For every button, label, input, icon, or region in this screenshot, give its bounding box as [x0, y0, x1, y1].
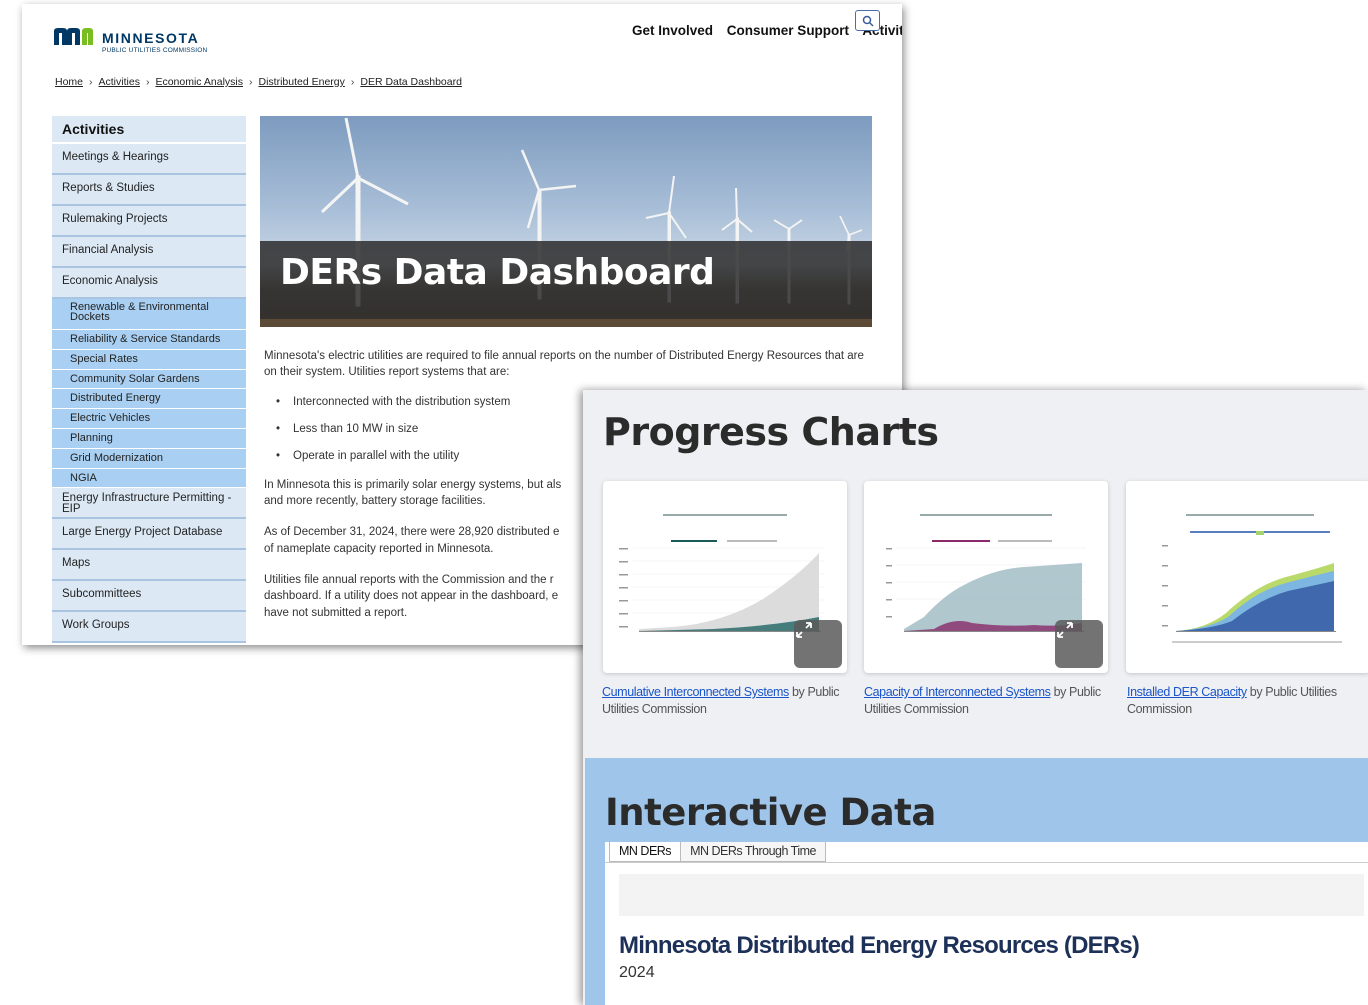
chart-link-capacity-systems[interactable]: Capacity of Interconnected Systems: [864, 685, 1051, 699]
sidebar-item-rulemaking[interactable]: Rulemaking Projects: [52, 206, 246, 237]
search-button[interactable]: [855, 10, 880, 31]
breadcrumb-economic-analysis[interactable]: Economic Analysis: [155, 76, 243, 88]
tab-mn-ders[interactable]: MN DERs: [609, 842, 682, 862]
sidebar-subitem-electric-vehicles[interactable]: Electric Vehicles: [52, 409, 246, 429]
chart-card-installed-capacity[interactable]: [1126, 481, 1368, 673]
chart-card-cumulative-systems[interactable]: [603, 481, 847, 673]
sidebar-subitem-grid-modernization[interactable]: Grid Modernization: [52, 448, 246, 469]
hero-banner: DERs Data Dashboard: [260, 116, 872, 327]
dashboard-toolbar-area: [619, 874, 1364, 916]
interactive-data-title: Interactive Data: [605, 791, 936, 834]
progress-charts-title: Progress Charts: [603, 410, 939, 454]
chart-link-cumulative-systems[interactable]: Cumulative Interconnected Systems: [602, 685, 789, 699]
der-dashboard-title: Minnesota Distributed Energy Resources (…: [619, 932, 1140, 959]
sidebar-item-financial-analysis[interactable]: Financial Analysis: [52, 237, 246, 268]
page-title: DERs Data Dashboard: [280, 252, 715, 293]
sidebar-item-work-groups[interactable]: Work Groups: [52, 612, 246, 644]
chart-link-installed-capacity[interactable]: Installed DER Capacity: [1127, 685, 1247, 699]
interactive-data-section: Interactive Data MN DERs MN DERs Through…: [585, 758, 1368, 1005]
expand-button[interactable]: [794, 620, 842, 668]
breadcrumb: Home › Activities › Economic Analysis › Distri…: [55, 76, 462, 88]
breadcrumb-separator: ›: [249, 76, 253, 88]
breadcrumb-der-data-dashboard[interactable]: DER Data Dashboard: [360, 76, 462, 88]
mn-logo-icon: [54, 28, 93, 45]
logo-title: MINNESOTA: [102, 30, 200, 46]
sidebar-subitem-renewable[interactable]: Renewable & Environmental Dockets: [52, 299, 246, 330]
sidebar-item-large-energy[interactable]: Large Energy Project Database: [52, 519, 246, 551]
sidebar-subitem-special-rates[interactable]: Special Rates: [52, 349, 246, 370]
sidebar-subitem-ngia[interactable]: NGIA: [52, 468, 246, 489]
breadcrumb-distributed-energy[interactable]: Distributed Energy: [259, 76, 345, 88]
intro-paragraph: Minnesota's electric utilities are requi…: [264, 350, 864, 379]
expand-icon: [796, 622, 812, 638]
dashboard-tabs: MN DERs MN DERs Through Time: [609, 842, 826, 862]
expand-button[interactable]: [1055, 620, 1103, 668]
breadcrumb-home[interactable]: Home: [55, 76, 83, 88]
sidebar-item-maps[interactable]: Maps: [52, 550, 246, 582]
sidebar-subitem-reliability[interactable]: Reliability & Service Standards: [52, 330, 246, 350]
sidebar-item-economic-analysis[interactable]: Economic Analysis: [52, 268, 246, 299]
installed-capacity-thumbnail: [1162, 514, 1342, 643]
sidebar-item-eip[interactable]: Energy Infrastructure Permitting - EIP: [52, 488, 246, 520]
nav-get-involved[interactable]: Get Involved: [632, 23, 713, 38]
chart-caption: Installed DER Capacity by Public Utiliti…: [1127, 684, 1368, 718]
expand-icon: [1057, 622, 1073, 638]
dashboard-window: Progress Charts Cumulative Interconnecte…: [583, 390, 1368, 1005]
chart-caption: Cumulative Interconnected Systems by Pub…: [602, 684, 850, 718]
chart-card-capacity-systems[interactable]: [864, 481, 1108, 673]
breadcrumb-separator: ›: [350, 76, 355, 88]
sidebar-subitem-planning[interactable]: Planning: [52, 428, 246, 449]
breadcrumb-separator: ›: [89, 76, 93, 88]
sidebar-item-reports[interactable]: Reports & Studies: [52, 175, 246, 206]
chart-caption: Capacity of Interconnected Systems by Pu…: [864, 684, 1112, 718]
nav-consumer-support[interactable]: Consumer Support: [727, 23, 849, 38]
logo-subtitle: PUBLIC UTILITIES COMMISSION: [102, 47, 208, 54]
sidebar-subitem-community-solar[interactable]: Community Solar Gardens: [52, 369, 246, 390]
der-dashboard-year: 2024: [619, 964, 655, 981]
sidebar-item-subcommittees[interactable]: Subcommittees: [52, 581, 246, 613]
search-icon: [862, 15, 874, 27]
sidebar-subitem-distributed-energy[interactable]: Distributed Energy: [52, 389, 246, 410]
sidebar-heading: Activities: [52, 116, 246, 144]
tab-mn-ders-through-time[interactable]: MN DERs Through Time: [681, 842, 826, 862]
tab-divider: [605, 862, 1368, 863]
interactive-dashboard-panel: MN DERs MN DERs Through Time Minnesota D…: [605, 842, 1368, 1005]
activities-sidebar: Activities Meetings & Hearings Reports &…: [52, 116, 246, 644]
sidebar-item-meetings[interactable]: Meetings & Hearings: [52, 144, 246, 175]
breadcrumb-separator: ›: [145, 76, 150, 88]
breadcrumb-activities[interactable]: Activities: [99, 76, 140, 88]
